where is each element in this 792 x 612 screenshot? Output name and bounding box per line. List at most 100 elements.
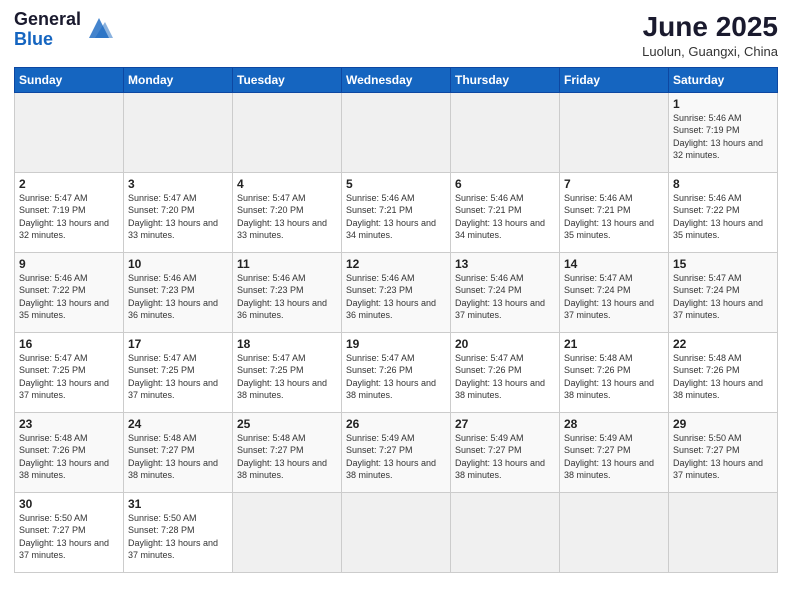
calendar-cell: 19 Sunrise: 5:47 AMSunset: 7:26 PMDaylig… — [342, 332, 451, 412]
calendar-cell — [342, 92, 451, 172]
logo-icon — [85, 14, 113, 42]
calendar-week-row: 23 Sunrise: 5:48 AMSunset: 7:26 PMDaylig… — [15, 412, 778, 492]
day-number: 23 — [19, 417, 119, 431]
calendar-week-row: 16 Sunrise: 5:47 AMSunset: 7:25 PMDaylig… — [15, 332, 778, 412]
day-detail: Sunrise: 5:49 AMSunset: 7:27 PMDaylight:… — [455, 433, 545, 481]
day-detail: Sunrise: 5:47 AMSunset: 7:24 PMDaylight:… — [564, 273, 654, 321]
calendar-cell — [560, 492, 669, 572]
day-detail: Sunrise: 5:47 AMSunset: 7:26 PMDaylight:… — [455, 353, 545, 401]
day-number: 18 — [237, 337, 337, 351]
calendar-cell: 28 Sunrise: 5:49 AMSunset: 7:27 PMDaylig… — [560, 412, 669, 492]
day-detail: Sunrise: 5:50 AMSunset: 7:27 PMDaylight:… — [673, 433, 763, 481]
day-detail: Sunrise: 5:47 AMSunset: 7:25 PMDaylight:… — [237, 353, 327, 401]
calendar-cell: 5 Sunrise: 5:46 AMSunset: 7:21 PMDayligh… — [342, 172, 451, 252]
calendar-cell: 21 Sunrise: 5:48 AMSunset: 7:26 PMDaylig… — [560, 332, 669, 412]
day-detail: Sunrise: 5:46 AMSunset: 7:22 PMDaylight:… — [19, 273, 109, 321]
logo: General Blue — [14, 10, 113, 50]
calendar-cell: 29 Sunrise: 5:50 AMSunset: 7:27 PMDaylig… — [669, 412, 778, 492]
calendar-week-row: 1 Sunrise: 5:46 AMSunset: 7:19 PMDayligh… — [15, 92, 778, 172]
day-number: 6 — [455, 177, 555, 191]
calendar-cell: 6 Sunrise: 5:46 AMSunset: 7:21 PMDayligh… — [451, 172, 560, 252]
calendar-cell: 17 Sunrise: 5:47 AMSunset: 7:25 PMDaylig… — [124, 332, 233, 412]
day-number: 27 — [455, 417, 555, 431]
calendar-week-row: 2 Sunrise: 5:47 AMSunset: 7:19 PMDayligh… — [15, 172, 778, 252]
day-detail: Sunrise: 5:46 AMSunset: 7:22 PMDaylight:… — [673, 193, 763, 241]
day-detail: Sunrise: 5:48 AMSunset: 7:26 PMDaylight:… — [673, 353, 763, 401]
calendar-cell — [233, 492, 342, 572]
calendar-cell — [233, 92, 342, 172]
logo-general: General — [14, 10, 81, 30]
day-number: 4 — [237, 177, 337, 191]
calendar-week-row: 9 Sunrise: 5:46 AMSunset: 7:22 PMDayligh… — [15, 252, 778, 332]
day-number: 5 — [346, 177, 446, 191]
day-detail: Sunrise: 5:49 AMSunset: 7:27 PMDaylight:… — [564, 433, 654, 481]
title-block: June 2025 Luolun, Guangxi, China — [642, 10, 778, 59]
header-day: Wednesday — [342, 67, 451, 92]
day-number: 13 — [455, 257, 555, 271]
day-detail: Sunrise: 5:46 AMSunset: 7:21 PMDaylight:… — [455, 193, 545, 241]
header-day: Thursday — [451, 67, 560, 92]
day-detail: Sunrise: 5:46 AMSunset: 7:23 PMDaylight:… — [128, 273, 218, 321]
day-number: 14 — [564, 257, 664, 271]
calendar-cell: 18 Sunrise: 5:47 AMSunset: 7:25 PMDaylig… — [233, 332, 342, 412]
header-day: Tuesday — [233, 67, 342, 92]
header: General Blue June 2025 Luolun, Guangxi, … — [14, 10, 778, 59]
day-detail: Sunrise: 5:47 AMSunset: 7:24 PMDaylight:… — [673, 273, 763, 321]
day-number: 9 — [19, 257, 119, 271]
calendar-cell: 12 Sunrise: 5:46 AMSunset: 7:23 PMDaylig… — [342, 252, 451, 332]
day-number: 10 — [128, 257, 228, 271]
day-detail: Sunrise: 5:46 AMSunset: 7:23 PMDaylight:… — [237, 273, 327, 321]
header-day: Saturday — [669, 67, 778, 92]
day-number: 16 — [19, 337, 119, 351]
day-number: 1 — [673, 97, 773, 111]
day-detail: Sunrise: 5:47 AMSunset: 7:26 PMDaylight:… — [346, 353, 436, 401]
day-number: 30 — [19, 497, 119, 511]
calendar-cell: 26 Sunrise: 5:49 AMSunset: 7:27 PMDaylig… — [342, 412, 451, 492]
calendar-table: SundayMondayTuesdayWednesdayThursdayFrid… — [14, 67, 778, 573]
calendar-cell: 7 Sunrise: 5:46 AMSunset: 7:21 PMDayligh… — [560, 172, 669, 252]
day-number: 2 — [19, 177, 119, 191]
day-number: 7 — [564, 177, 664, 191]
calendar-cell: 30 Sunrise: 5:50 AMSunset: 7:27 PMDaylig… — [15, 492, 124, 572]
day-number: 25 — [237, 417, 337, 431]
header-day: Sunday — [15, 67, 124, 92]
day-detail: Sunrise: 5:48 AMSunset: 7:27 PMDaylight:… — [128, 433, 218, 481]
calendar-cell — [124, 92, 233, 172]
day-detail: Sunrise: 5:48 AMSunset: 7:27 PMDaylight:… — [237, 433, 327, 481]
calendar-cell: 16 Sunrise: 5:47 AMSunset: 7:25 PMDaylig… — [15, 332, 124, 412]
calendar-cell: 22 Sunrise: 5:48 AMSunset: 7:26 PMDaylig… — [669, 332, 778, 412]
day-detail: Sunrise: 5:49 AMSunset: 7:27 PMDaylight:… — [346, 433, 436, 481]
day-number: 20 — [455, 337, 555, 351]
day-detail: Sunrise: 5:46 AMSunset: 7:24 PMDaylight:… — [455, 273, 545, 321]
calendar-cell — [669, 492, 778, 572]
day-detail: Sunrise: 5:48 AMSunset: 7:26 PMDaylight:… — [564, 353, 654, 401]
calendar-header: SundayMondayTuesdayWednesdayThursdayFrid… — [15, 67, 778, 92]
header-day: Friday — [560, 67, 669, 92]
calendar-week-row: 30 Sunrise: 5:50 AMSunset: 7:27 PMDaylig… — [15, 492, 778, 572]
day-number: 11 — [237, 257, 337, 271]
day-number: 31 — [128, 497, 228, 511]
logo-blue: Blue — [14, 30, 81, 50]
calendar-cell: 1 Sunrise: 5:46 AMSunset: 7:19 PMDayligh… — [669, 92, 778, 172]
calendar-cell: 24 Sunrise: 5:48 AMSunset: 7:27 PMDaylig… — [124, 412, 233, 492]
day-detail: Sunrise: 5:46 AMSunset: 7:19 PMDaylight:… — [673, 113, 763, 161]
calendar-cell: 8 Sunrise: 5:46 AMSunset: 7:22 PMDayligh… — [669, 172, 778, 252]
day-number: 29 — [673, 417, 773, 431]
location: Luolun, Guangxi, China — [642, 44, 778, 59]
calendar-cell: 27 Sunrise: 5:49 AMSunset: 7:27 PMDaylig… — [451, 412, 560, 492]
calendar-cell: 4 Sunrise: 5:47 AMSunset: 7:20 PMDayligh… — [233, 172, 342, 252]
day-detail: Sunrise: 5:46 AMSunset: 7:23 PMDaylight:… — [346, 273, 436, 321]
calendar-cell: 14 Sunrise: 5:47 AMSunset: 7:24 PMDaylig… — [560, 252, 669, 332]
calendar-cell: 10 Sunrise: 5:46 AMSunset: 7:23 PMDaylig… — [124, 252, 233, 332]
day-detail: Sunrise: 5:47 AMSunset: 7:20 PMDaylight:… — [128, 193, 218, 241]
day-number: 24 — [128, 417, 228, 431]
calendar-cell — [451, 492, 560, 572]
day-number: 19 — [346, 337, 446, 351]
day-number: 15 — [673, 257, 773, 271]
calendar-cell — [560, 92, 669, 172]
logo-text: General Blue — [14, 10, 81, 50]
day-detail: Sunrise: 5:50 AMSunset: 7:27 PMDaylight:… — [19, 513, 109, 561]
calendar-cell: 2 Sunrise: 5:47 AMSunset: 7:19 PMDayligh… — [15, 172, 124, 252]
header-row: SundayMondayTuesdayWednesdayThursdayFrid… — [15, 67, 778, 92]
calendar-cell: 3 Sunrise: 5:47 AMSunset: 7:20 PMDayligh… — [124, 172, 233, 252]
